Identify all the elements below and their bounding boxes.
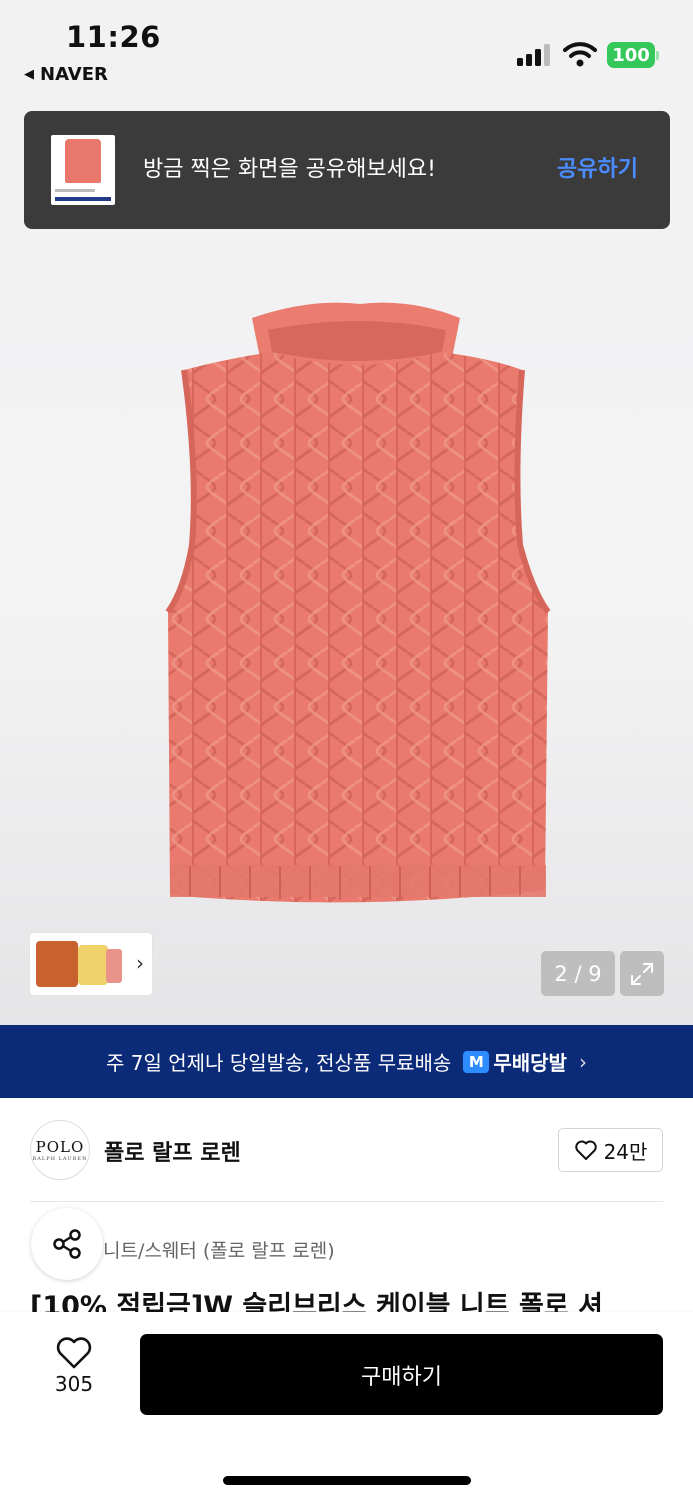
delivery-badge-label: 무배당발: [493, 1051, 567, 1075]
wishlist-count: 305: [54, 1372, 94, 1396]
product-title: [10% 적립금]W 슬리브리스 케이블 니트 폴로 셔: [30, 1291, 603, 1312]
share-toast-message: 방금 찍은 화면을 공유해보세요!: [143, 157, 436, 182]
battery-level: 100: [607, 42, 655, 68]
back-app-label: NAVER: [40, 64, 108, 85]
share-icon: [53, 1229, 81, 1259]
wishlist-button[interactable]: 305: [34, 1336, 114, 1412]
shipping-banner[interactable]: 주 7일 언제나 당일발송, 전상품 무료배송 M 무배당발 ›: [0, 1025, 693, 1098]
screenshot-thumbnail: [51, 135, 115, 205]
brand-like-count: 24만: [603, 1139, 648, 1164]
brand-logo[interactable]: POLO RALPH LAUREN: [30, 1120, 90, 1180]
share-button[interactable]: [31, 1208, 103, 1280]
cellular-signal-icon: [517, 44, 550, 66]
brand-name[interactable]: 폴로 랄프 로렌: [104, 1135, 241, 1167]
chevron-right-icon: ›: [136, 951, 144, 975]
home-indicator[interactable]: [223, 1476, 471, 1485]
brand-logo-text: POLO: [35, 1138, 85, 1156]
heart-icon: [574, 1140, 597, 1160]
back-to-app-link[interactable]: ◀ NAVER: [24, 64, 108, 85]
product-title-container: [10% 적립금]W 슬리브리스 케이블 니트 폴로 셔: [30, 1280, 670, 1312]
status-bar: 11:26 ◀ NAVER 100: [0, 0, 693, 100]
related-products-thumbnail[interactable]: ›: [30, 933, 152, 995]
battery-icon: 100: [607, 42, 659, 68]
fullscreen-button[interactable]: [620, 951, 664, 996]
product-category[interactable]: 니트/스웨터 (폴로 랄프 로렌): [103, 1236, 335, 1263]
image-counter: 2 / 9: [541, 951, 615, 996]
status-time: 11:26: [66, 20, 161, 54]
chevron-right-icon: ›: [578, 1049, 587, 1074]
heart-icon: [56, 1337, 92, 1369]
shipping-banner-text: 주 7일 언제나 당일발송, 전상품 무료배송: [106, 1051, 452, 1075]
back-triangle-icon: ◀: [24, 67, 34, 82]
product-image: [165, 302, 551, 903]
wifi-icon: [563, 42, 597, 67]
share-action-button[interactable]: 공유하기: [557, 151, 638, 183]
brand-logo-subtext: RALPH LAUREN: [32, 1156, 88, 1162]
divider: [30, 1201, 663, 1202]
delivery-truck-icon: M: [463, 1050, 490, 1073]
expand-icon: [631, 962, 653, 985]
brand-like-button[interactable]: 24만: [558, 1128, 663, 1172]
delivery-badge: M 무배당발: [463, 1047, 567, 1076]
buy-button[interactable]: 구매하기: [140, 1334, 663, 1415]
share-toast[interactable]: 방금 찍은 화면을 공유해보세요! 공유하기: [24, 111, 670, 229]
